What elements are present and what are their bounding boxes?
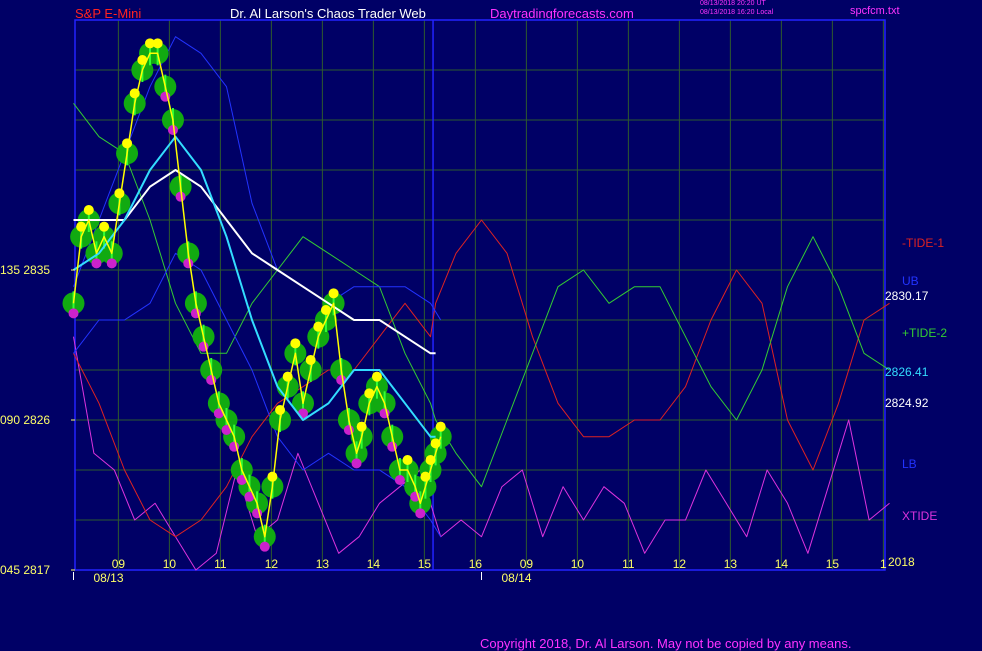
legend-label: 2830.17: [885, 289, 929, 303]
series-upper-band: [73, 36, 442, 321]
high-dot: [371, 371, 382, 382]
legend-label: UB: [902, 274, 919, 288]
legend-label: -TIDE-1: [902, 236, 944, 250]
x-date-label: 08/13: [94, 571, 124, 585]
x-date-label: 08/14: [502, 571, 532, 585]
low-dot: [351, 458, 362, 469]
x-hour-label: 15: [418, 557, 432, 571]
high-dot: [402, 455, 413, 465]
high-dot: [152, 38, 163, 49]
high-dot: [290, 338, 301, 349]
legend-label: XTIDE: [902, 509, 937, 523]
low-dot: [394, 475, 405, 485]
x-hour-label: 14: [775, 557, 789, 571]
x-hour-label: 15: [826, 557, 840, 571]
high-dot: [114, 188, 125, 199]
series-tide1: [73, 219, 890, 538]
y-tick-label: 135 2835: [0, 263, 50, 277]
high-dot: [99, 221, 110, 232]
series-xtide: [73, 336, 890, 571]
year-label: 2018: [888, 555, 915, 569]
high-dot: [328, 288, 339, 299]
x-hour-label: 12: [265, 557, 279, 571]
y-tick-label: 045 2817: [0, 563, 50, 577]
x-hour-label: 09: [112, 557, 126, 571]
low-dot: [106, 258, 117, 269]
x-hour-label: 12: [673, 557, 687, 571]
y-tick-label: 090 2826: [0, 413, 50, 427]
high-dot: [83, 205, 94, 215]
high-dot: [122, 138, 133, 149]
x-hour-label: 11: [622, 557, 635, 571]
x-hour-label: 14: [367, 557, 381, 571]
price-chart: 135 2835 090 2826 045 2817 09 10 11 12 13 14 15 16…: [0, 19, 947, 585]
x-hour-label: 10: [571, 557, 585, 571]
legend-label: 2824.92: [885, 396, 929, 410]
low-dot: [68, 308, 79, 319]
x-hour-label: 09: [520, 557, 534, 571]
legend-label: +TIDE-2: [902, 326, 947, 340]
x-hour-label: 11: [214, 557, 227, 571]
low-dot: [259, 541, 270, 552]
high-dot: [435, 421, 446, 432]
legend-label: LB: [902, 457, 917, 471]
low-dot: [183, 258, 194, 269]
x-hour-label: 16: [469, 557, 483, 571]
x-hour-label: 13: [316, 557, 330, 571]
series-price: [72, 52, 442, 538]
legend-label: 2826.41: [885, 365, 929, 379]
x-hour-label: 13: [724, 557, 738, 571]
x-hour-label: 10: [163, 557, 177, 571]
x-hour-label: 1: [880, 557, 887, 571]
low-dot: [415, 508, 426, 519]
low-dot: [91, 258, 102, 269]
